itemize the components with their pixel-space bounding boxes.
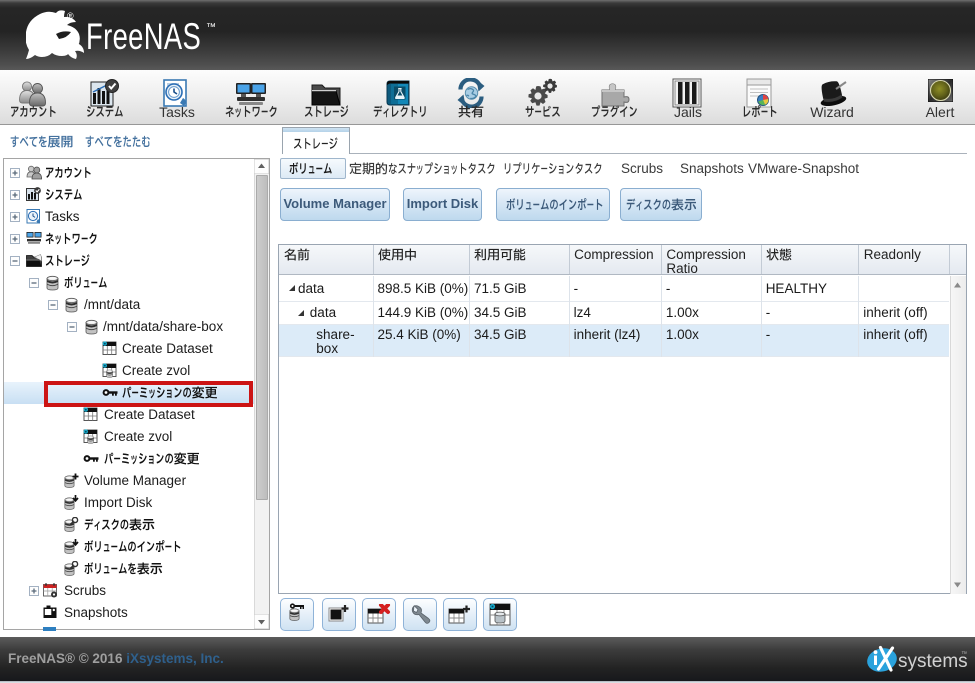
svg-text:™: ™ bbox=[961, 651, 967, 658]
svg-text:systems: systems bbox=[898, 651, 967, 672]
